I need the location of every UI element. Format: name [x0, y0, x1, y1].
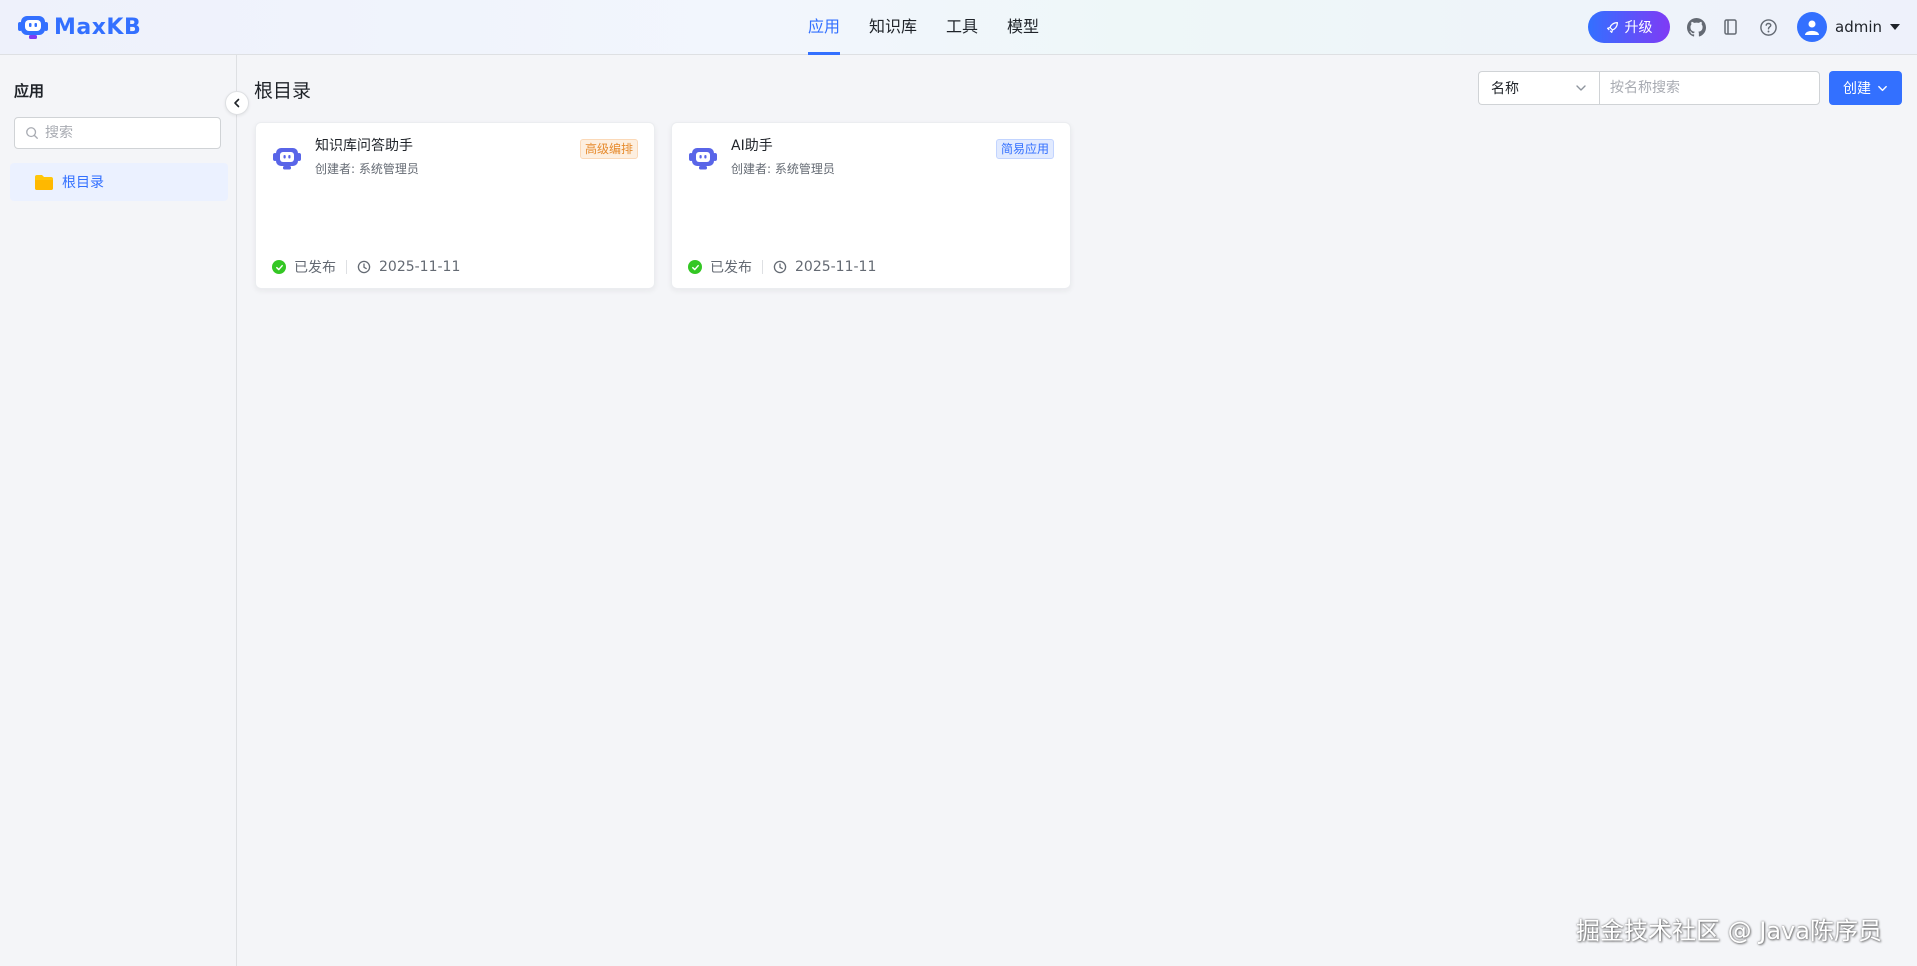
divider [762, 260, 763, 274]
help-icon[interactable] [1757, 16, 1779, 38]
sidebar-search-input[interactable] [45, 125, 205, 141]
upgrade-label: 升级 [1624, 19, 1653, 35]
app-card-footer: 已发布 2025-11-11 [688, 257, 876, 277]
robot-icon [273, 148, 301, 170]
sidebar-item-root-folder[interactable]: 根目录 [10, 163, 228, 201]
page-title: 根目录 [254, 80, 312, 102]
sidebar-title: 应用 [14, 82, 45, 100]
sidebar: 应用 根目录 [0, 55, 237, 966]
app-name: AI助手 [731, 138, 773, 154]
chevron-down-icon [1878, 85, 1887, 91]
caret-down-icon [1890, 24, 1900, 30]
filter-field-value: 名称 [1491, 81, 1519, 97]
main-nav: 应用 知识库 工具 模型 [808, 0, 1068, 55]
sidebar-item-label: 根目录 [62, 175, 104, 191]
upgrade-button[interactable]: 升级 [1588, 11, 1670, 43]
user-icon [1805, 20, 1819, 35]
robot-logo-icon [18, 16, 48, 39]
watermark: 掘金技术社区 @ Java陈序员 [1576, 917, 1882, 945]
app-card[interactable]: 知识库问答助手 创建者: 系统管理员 高级编排 已发布 2025-11-11 [255, 122, 655, 289]
folder-icon [35, 174, 53, 190]
app-card-footer: 已发布 2025-11-11 [272, 257, 460, 277]
rocket-icon [1606, 21, 1618, 33]
app-date: 2025-11-11 [379, 259, 461, 275]
check-circle-icon [272, 260, 286, 274]
chevron-down-icon [1576, 85, 1586, 91]
create-label: 创建 [1843, 80, 1871, 96]
search-icon [26, 127, 38, 139]
nav-knowledge[interactable]: 知识库 [869, 0, 917, 55]
app-name: 知识库问答助手 [315, 138, 413, 154]
sidebar-search [14, 117, 221, 149]
github-icon[interactable] [1685, 16, 1707, 38]
create-button[interactable]: 创建 [1829, 71, 1902, 105]
nav-apps[interactable]: 应用 [808, 0, 841, 55]
document-icon[interactable] [1720, 16, 1742, 38]
app-status: 已发布 [294, 260, 336, 276]
brand-name: MaxKB [54, 14, 142, 40]
filter-field-select[interactable]: 名称 [1478, 71, 1599, 105]
clock-icon [357, 260, 371, 274]
nav-models[interactable]: 模型 [1007, 0, 1039, 55]
app-type-badge: 高级编排 [579, 139, 638, 159]
app-status: 已发布 [710, 260, 752, 276]
chevron-left-icon [234, 98, 240, 108]
robot-icon [689, 148, 717, 170]
search-input[interactable] [1599, 71, 1820, 105]
app-type-badge: 简易应用 [995, 139, 1054, 159]
clock-icon [773, 260, 787, 274]
collapse-sidebar-button[interactable] [225, 91, 249, 115]
app-card[interactable]: AI助手 创建者: 系统管理员 简易应用 已发布 2025-11-11 [671, 122, 1071, 289]
top-header: MaxKB 应用 知识库 工具 模型 升级 admin [0, 0, 1917, 55]
user-menu[interactable]: admin [1797, 12, 1900, 42]
nav-tools[interactable]: 工具 [946, 0, 978, 55]
app-date: 2025-11-11 [795, 259, 877, 275]
divider [346, 260, 347, 274]
username: admin [1835, 18, 1882, 36]
check-circle-icon [688, 260, 702, 274]
brand-logo[interactable]: MaxKB [18, 12, 141, 42]
app-creator: 创建者: 系统管理员 [315, 162, 419, 176]
avatar [1797, 12, 1827, 42]
app-creator: 创建者: 系统管理员 [731, 162, 835, 176]
